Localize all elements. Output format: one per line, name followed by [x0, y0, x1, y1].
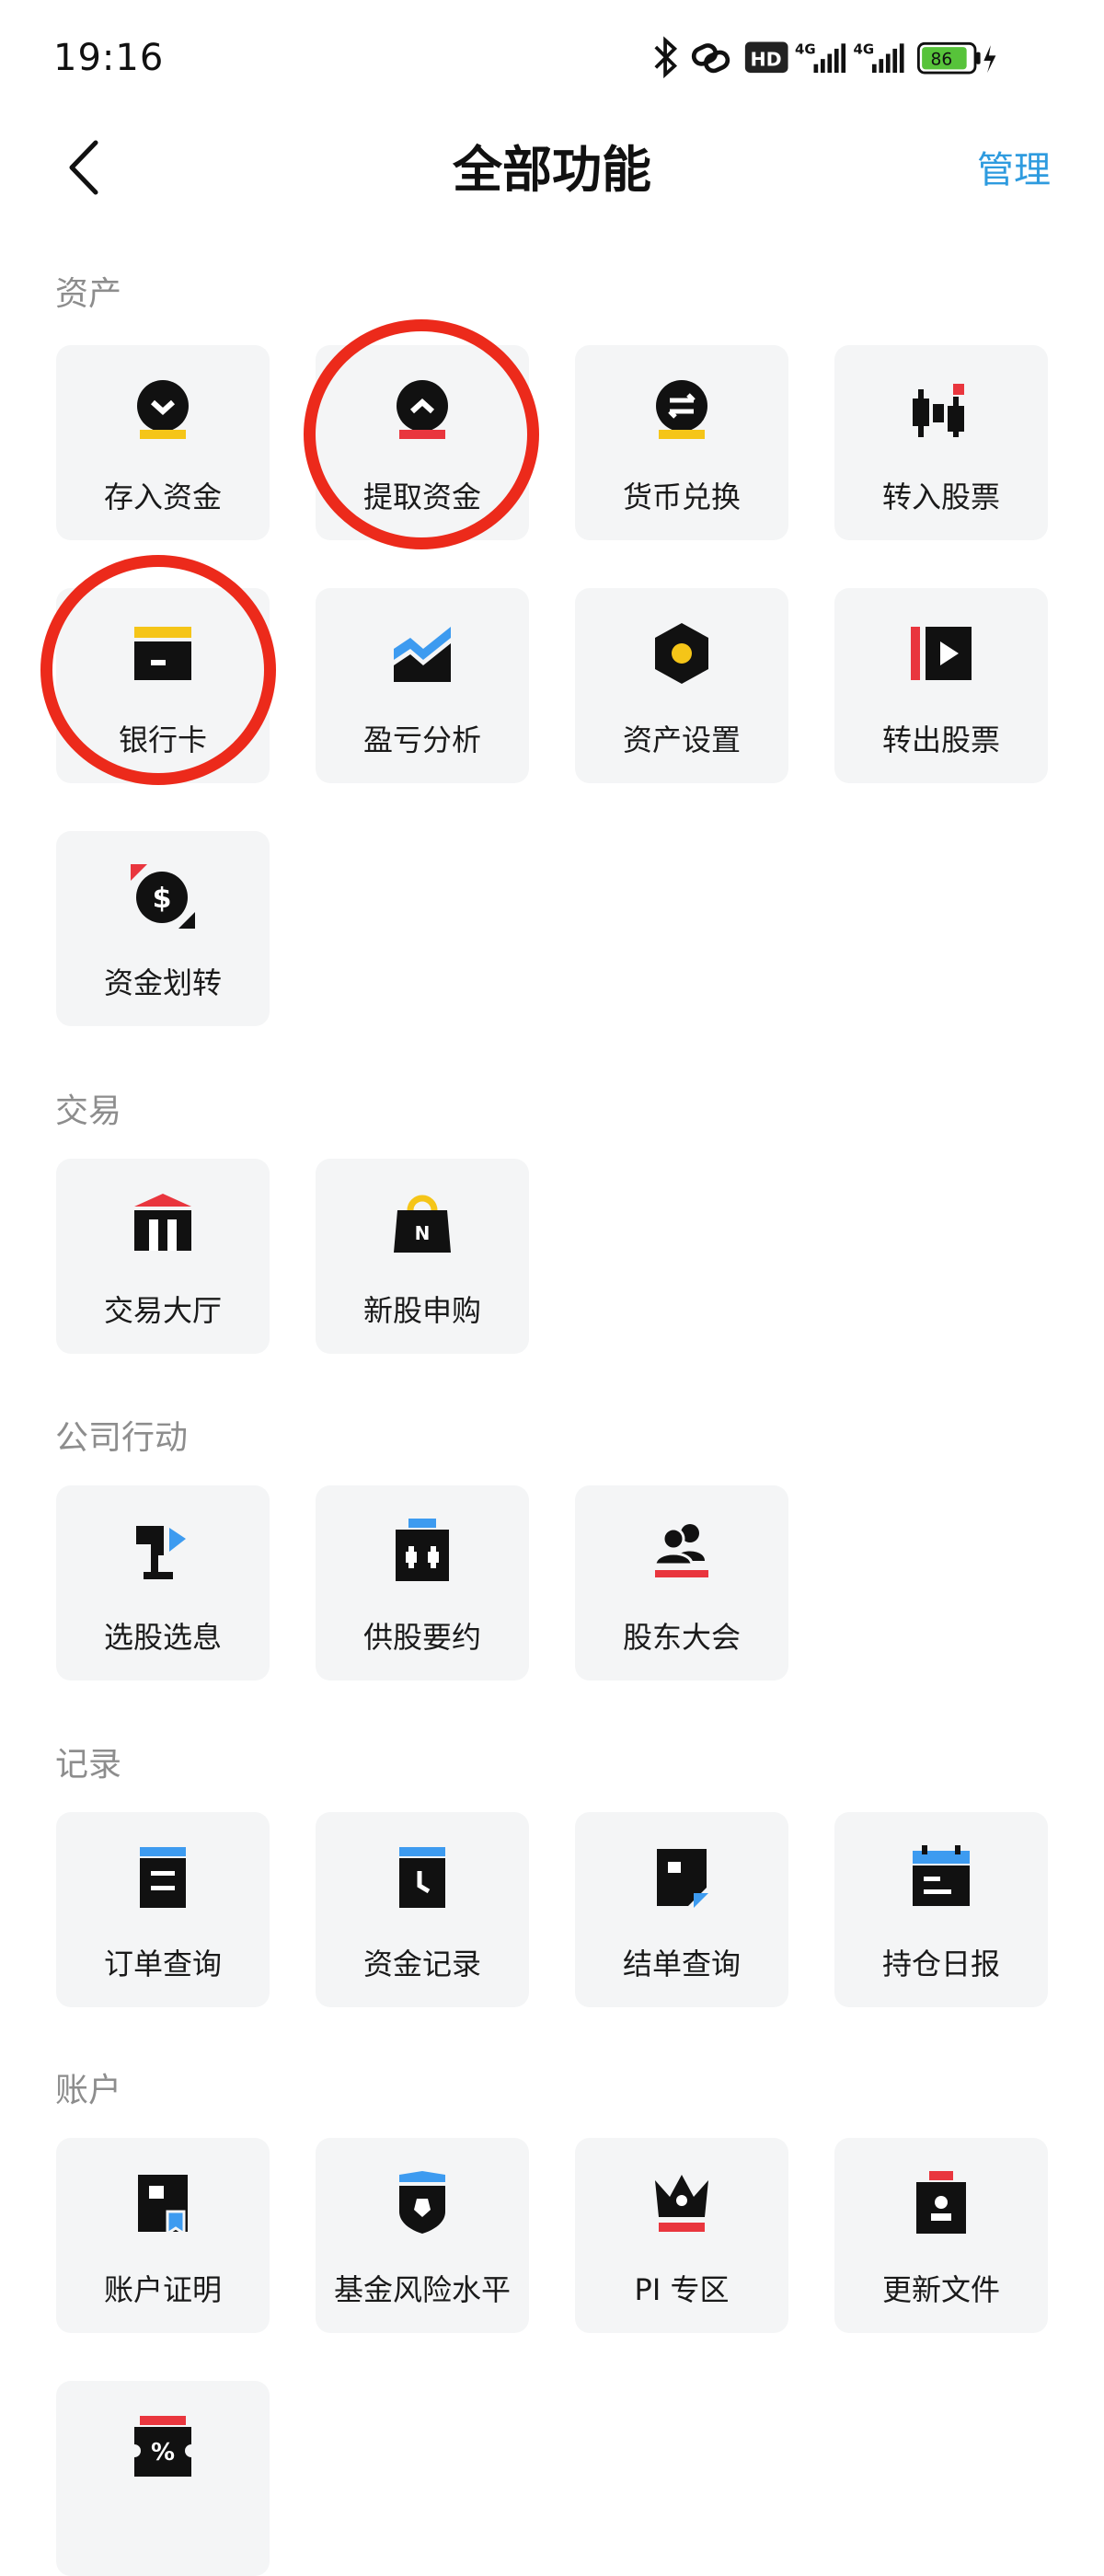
tile-asset-settings[interactable]: 资产设置	[575, 588, 788, 783]
tile-label: 供股要约	[362, 1620, 481, 1655]
tile-profit-analysis[interactable]: 盈亏分析	[316, 588, 529, 783]
tile-bank-card[interactable]: 银行卡	[56, 588, 270, 783]
signal-icon: 4G	[795, 41, 846, 74]
tile-pi-zone[interactable]: PI 专区	[575, 2138, 788, 2333]
section-title-records: 记录	[55, 1746, 122, 1784]
tile-label: 基金风险水平	[333, 2272, 511, 2307]
svg-text:%: %	[151, 2439, 175, 2466]
tile-stock-dividend-choice[interactable]: 选股选息	[56, 1485, 270, 1681]
tile-label: 结单查询	[622, 1946, 741, 1981]
tile-label: 存入资金	[103, 479, 222, 514]
asset-settings-icon	[655, 623, 708, 684]
statement-query-icon	[657, 1849, 708, 1908]
tile-discount-coupon[interactable]: %	[56, 2381, 270, 2576]
tile-shareholder-meeting[interactable]: 股东大会	[575, 1485, 788, 1681]
tile-fund-record[interactable]: 资金记录	[316, 1812, 529, 2007]
tile-label: 提取资金	[362, 479, 481, 514]
battery-icon: 86	[917, 41, 996, 75]
battery-level: 86	[930, 51, 952, 70]
tile-deposit[interactable]: 存入资金	[56, 345, 270, 540]
shareholder-meeting-icon	[653, 1524, 708, 1577]
tile-label: 新股申购	[362, 1293, 481, 1328]
tile-label: 持仓日报	[881, 1946, 1000, 1981]
tile-withdraw[interactable]: 提取资金	[316, 345, 529, 540]
tile-label: 盈亏分析	[362, 722, 481, 757]
order-query-icon	[140, 1847, 186, 1908]
tile-rights-offer[interactable]: 供股要约	[316, 1485, 529, 1681]
tile-trading-hall[interactable]: 交易大厅	[56, 1159, 270, 1354]
trading-hall-icon	[134, 1194, 191, 1251]
tile-order-query[interactable]: 订单查询	[56, 1812, 270, 2007]
tile-label: 更新文件	[881, 2272, 1000, 2307]
pi-zone-icon	[655, 2175, 708, 2232]
back-button[interactable]	[55, 133, 120, 202]
net-label-2: 4G	[853, 41, 874, 58]
tile-transfer-out-stock[interactable]: 转出股票	[834, 588, 1048, 783]
tile-label: 选股选息	[103, 1620, 222, 1655]
currency-exchange-icon	[656, 380, 707, 439]
net-label-1: 4G	[795, 41, 816, 58]
tile-label: PI 专区	[634, 2272, 730, 2307]
tile-position-daily[interactable]: 持仓日报	[834, 1812, 1048, 2007]
tile-label: 资金划转	[103, 965, 222, 1000]
section-title-account: 账户	[55, 2072, 122, 2109]
deposit-icon	[137, 380, 189, 439]
tile-label: 货币兑换	[622, 479, 741, 514]
fund-risk-icon	[399, 2171, 445, 2234]
tile-label: 交易大厅	[103, 1293, 222, 1328]
tile-currency-exchange[interactable]: 货币兑换	[575, 345, 788, 540]
status-time: 19:16	[53, 37, 165, 79]
hd-label: HD	[750, 49, 781, 71]
charging-icon	[983, 45, 996, 74]
account-proof-icon	[138, 2175, 188, 2235]
section-title-corporate: 公司行动	[55, 1419, 189, 1457]
update-documents-icon	[916, 2171, 966, 2234]
tile-label: 股东大会	[622, 1620, 741, 1655]
tile-account-proof[interactable]: 账户证明	[56, 2138, 270, 2333]
bank-card-icon	[134, 627, 191, 680]
fund-transfer-icon: $	[131, 864, 195, 929]
link-icon	[691, 43, 730, 74]
withdraw-icon	[397, 380, 448, 439]
tile-fund-risk[interactable]: 基金风险水平	[316, 2138, 529, 2333]
tile-label: 银行卡	[118, 722, 207, 757]
tile-ipo-subscribe[interactable]: N 新股申购	[316, 1159, 529, 1354]
profit-analysis-icon	[394, 627, 451, 682]
status-icons: HD 4G 4G 86	[654, 36, 996, 79]
tile-statement-query[interactable]: 结单查询	[575, 1812, 788, 2007]
rights-offer-icon	[396, 1519, 449, 1581]
manage-button[interactable]: 管理	[977, 140, 1051, 193]
tile-fund-transfer[interactable]: $ 资金划转	[56, 831, 270, 1026]
tile-label: 转出股票	[881, 722, 1000, 757]
chevron-left-icon	[69, 140, 98, 195]
tile-label: 转入股票	[881, 479, 1000, 514]
discount-coupon-icon: %	[131, 2416, 195, 2477]
position-daily-icon	[913, 1845, 970, 1906]
status-bar: 19:16 HD 4G 4G 86	[0, 0, 1104, 124]
transfer-out-stock-icon	[911, 627, 972, 680]
page-title: 全部功能	[453, 141, 651, 199]
section-title-assets: 资产	[55, 275, 122, 313]
svg-text:N: N	[415, 1222, 431, 1244]
hd-icon: HD	[744, 41, 788, 74]
svg-text:$: $	[153, 883, 172, 915]
fund-record-icon	[399, 1847, 445, 1908]
transfer-in-stock-icon	[913, 384, 964, 437]
tile-transfer-in-stock[interactable]: 转入股票	[834, 345, 1048, 540]
ipo-subscribe-icon: N	[394, 1195, 451, 1253]
section-title-trade: 交易	[55, 1092, 122, 1130]
tile-label: 资金记录	[362, 1946, 481, 1981]
tile-update-documents[interactable]: 更新文件	[834, 2138, 1048, 2333]
page-title-wrap: 全部功能	[0, 129, 1104, 202]
stock-dividend-choice-icon	[136, 1526, 186, 1579]
bluetooth-icon	[654, 36, 678, 79]
tile-label: 账户证明	[103, 2272, 222, 2307]
tile-label: 资产设置	[622, 722, 741, 757]
tile-label: 订单查询	[103, 1946, 222, 1981]
signal-icon-2: 4G	[853, 41, 904, 74]
